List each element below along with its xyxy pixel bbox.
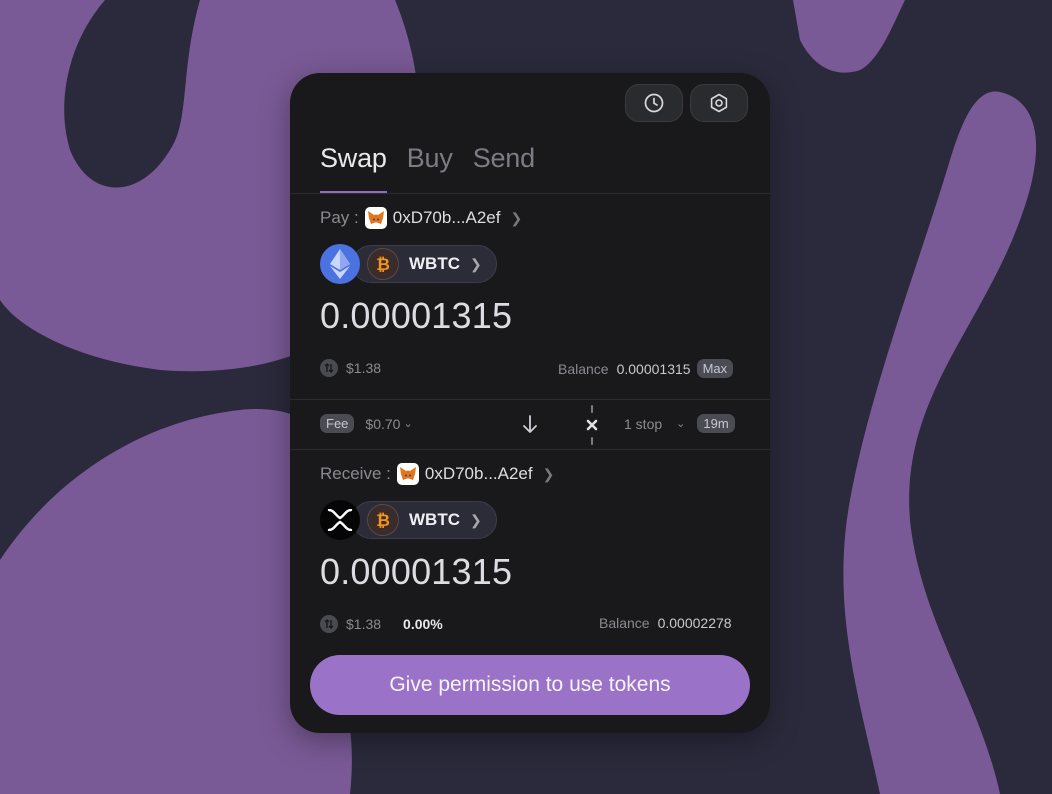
history-button[interactable] xyxy=(625,84,683,122)
pay-token-symbol: WBTC xyxy=(409,254,460,273)
receive-token-selector[interactable]: ₿ WBTC ❯ xyxy=(320,500,497,540)
fee-value[interactable]: $0.70 xyxy=(365,416,400,432)
pay-usd-value: $1.38 xyxy=(346,360,382,376)
price-impact: 0.00% xyxy=(403,616,443,632)
pay-amount[interactable]: 0.00001315 xyxy=(320,295,512,337)
chevron-right-icon[interactable]: ❯ xyxy=(511,210,523,227)
divider xyxy=(290,399,770,400)
tab-swap[interactable]: Swap xyxy=(320,143,387,193)
metamask-icon xyxy=(396,463,419,485)
receive-header: Receive : 0xD70b...A2ef ❯ xyxy=(320,463,554,485)
fee-row: Fee $0.70 ⌄ xyxy=(320,414,413,433)
bitcoin-icon: ₿ xyxy=(367,504,399,536)
chevron-down-icon: ⌄ xyxy=(676,418,686,430)
xrp-icon xyxy=(320,500,360,540)
settings-button[interactable] xyxy=(690,84,748,122)
balance-label: Balance xyxy=(558,360,609,377)
bridge-route-icon xyxy=(584,405,600,450)
chevron-right-icon: ❯ xyxy=(469,511,482,528)
route-stops[interactable]: 1 stop ⌄ 19m xyxy=(624,414,735,433)
pay-balance-value: 0.00001315 xyxy=(616,360,691,377)
receive-token-symbol: WBTC xyxy=(409,510,460,529)
give-permission-button[interactable]: Give permission to use tokens xyxy=(310,655,750,715)
pay-usd-row: $1.38 xyxy=(320,359,381,377)
receive-usd-row: $1.38 0.00% xyxy=(320,615,443,633)
balance-label: Balance xyxy=(599,615,650,631)
gear-icon xyxy=(710,93,728,113)
stops-value: 1 stop xyxy=(624,415,663,432)
pay-label: Pay : xyxy=(320,208,359,227)
usd-toggle-icon[interactable] xyxy=(320,359,338,377)
tab-buy[interactable]: Buy xyxy=(407,143,453,193)
pay-token-pill[interactable]: ₿ WBTC ❯ xyxy=(352,245,497,283)
pay-header: Pay : 0xD70b...A2ef ❯ xyxy=(320,207,522,229)
usd-toggle-icon[interactable] xyxy=(320,615,338,633)
bitcoin-icon: ₿ xyxy=(367,248,399,280)
fee-badge: Fee xyxy=(320,414,355,433)
time-badge: 19m xyxy=(697,414,735,433)
pay-address[interactable]: 0xD70b...A2ef xyxy=(393,208,501,228)
divider xyxy=(290,193,770,194)
max-button[interactable]: Max xyxy=(696,359,734,378)
clock-icon xyxy=(644,93,664,113)
receive-token-pill[interactable]: ₿ WBTC ❯ xyxy=(352,501,497,539)
receive-usd-value: $1.38 xyxy=(346,616,382,632)
chevron-down-icon[interactable]: ⌄ xyxy=(403,417,412,430)
svg-text:₿: ₿ xyxy=(376,255,390,273)
tab-bar: Swap Buy Send xyxy=(320,143,555,193)
chevron-right-icon: ❯ xyxy=(469,255,482,272)
tab-send[interactable]: Send xyxy=(473,143,535,193)
metamask-icon xyxy=(364,207,387,229)
receive-balance-value: 0.00002278 xyxy=(657,615,732,631)
swap-direction-icon[interactable] xyxy=(521,413,539,440)
receive-amount: 0.00001315 xyxy=(320,551,513,592)
svg-text:₿: ₿ xyxy=(376,511,390,529)
divider xyxy=(290,449,770,450)
pay-token-selector[interactable]: ₿ WBTC ❯ xyxy=(320,244,497,284)
pay-balance-row: Balance 0.00001315 Max xyxy=(558,359,734,378)
receive-address[interactable]: 0xD70b...A2ef xyxy=(425,464,533,484)
receive-label: Receive : xyxy=(320,464,391,483)
chevron-right-icon[interactable]: ❯ xyxy=(543,466,555,483)
receive-balance-row: Balance 0.00002278 xyxy=(599,615,732,631)
swap-widget: Swap Buy Send Pay : 0xD70b...A2ef ❯ ₿ WB… xyxy=(290,73,770,733)
ethereum-icon xyxy=(320,244,360,284)
